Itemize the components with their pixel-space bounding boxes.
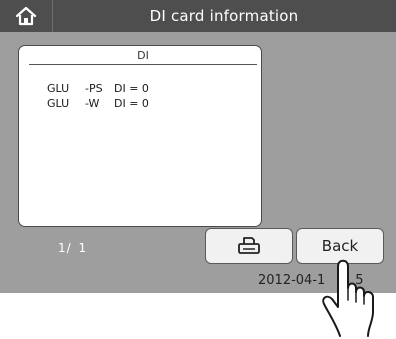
item-type: -W xyxy=(84,97,100,110)
panel-header: DI xyxy=(29,49,257,65)
page-title: DI card information xyxy=(149,7,299,25)
list-item: GLU -W DI = 0 xyxy=(26,83,149,110)
home-icon xyxy=(15,6,37,26)
print-button[interactable] xyxy=(205,228,293,264)
list-item: GLU -PS DI = 0 xyxy=(26,68,149,95)
title-bar: DI card information xyxy=(0,0,396,32)
home-button[interactable] xyxy=(0,0,53,32)
datetime-text: 2012-04-1 xyxy=(258,273,326,288)
printer-icon xyxy=(238,237,260,254)
page-indicator: 1/ 1 xyxy=(58,241,88,255)
item-value: DI = 0 xyxy=(113,97,149,110)
di-list-panel: DI GLU -PS DI = 0 GLU -W DI = 0 xyxy=(18,45,262,227)
pointing-hand-icon xyxy=(322,259,374,337)
item-name: GLU xyxy=(46,97,70,110)
